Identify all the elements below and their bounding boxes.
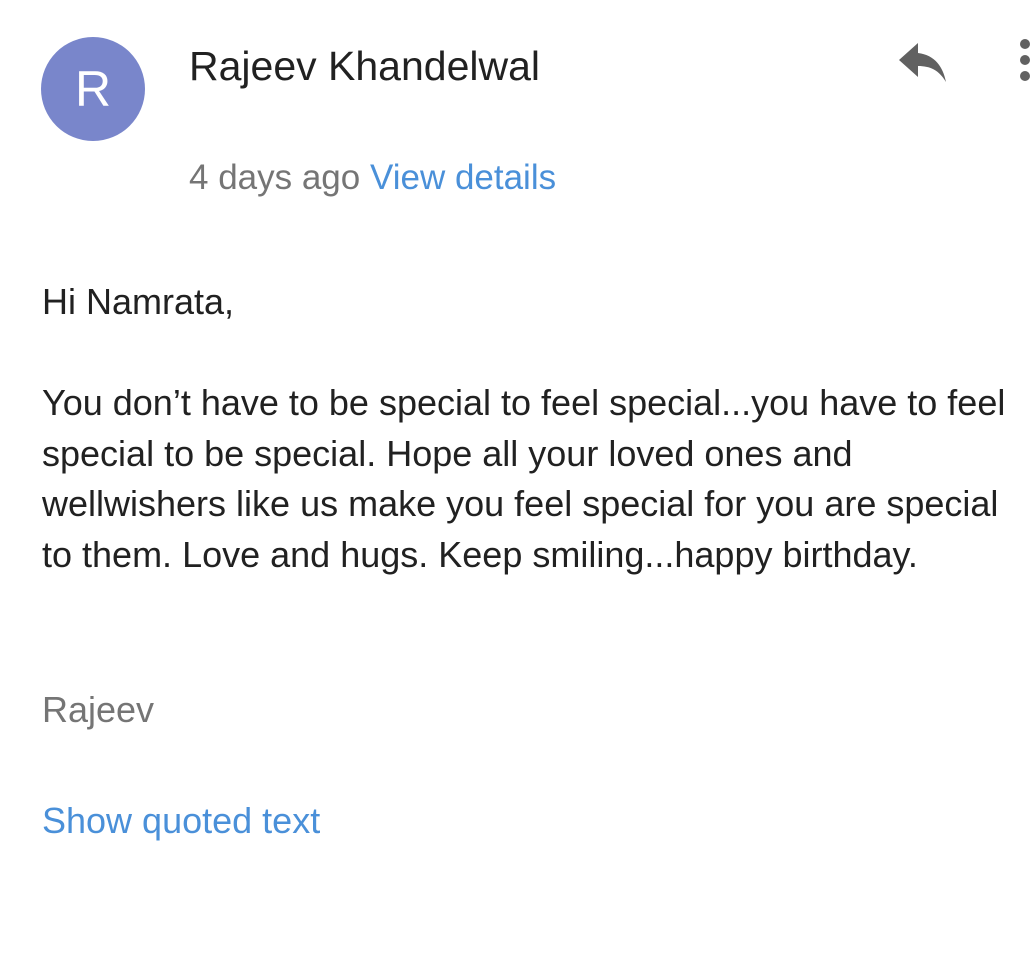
body-text: You don’t have to be special to feel spe…: [42, 382, 1006, 575]
show-quoted-text-link[interactable]: Show quoted text: [42, 797, 320, 845]
reply-icon: [899, 43, 946, 82]
avatar[interactable]: R: [41, 37, 145, 141]
view-details-link[interactable]: View details: [370, 158, 556, 197]
sender-name[interactable]: Rajeev Khandelwal: [189, 40, 540, 92]
greeting-text: Hi Namrata,: [42, 281, 235, 322]
avatar-letter: R: [74, 61, 112, 117]
more-options-button[interactable]: [1008, 36, 1036, 86]
signature: Rajeev: [42, 689, 155, 730]
message-meta: 4 days ago View details: [189, 155, 556, 201]
reply-button[interactable]: [893, 38, 953, 88]
more-vert-icon: [1020, 39, 1030, 81]
timestamp: 4 days ago: [189, 158, 361, 197]
